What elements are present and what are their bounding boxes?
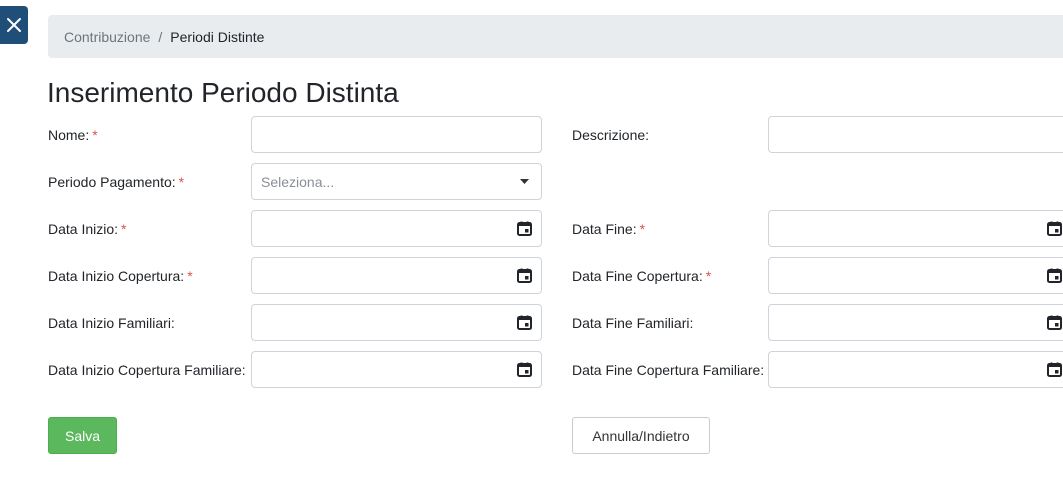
data-inizio-familiari-label-text: Data Inizio Familiari: bbox=[48, 315, 175, 331]
descrizione-label: Descrizione: bbox=[572, 127, 649, 143]
data-inizio-label: Data Inizio: * bbox=[48, 221, 127, 237]
nome-label-text: Nome: bbox=[48, 127, 90, 143]
calendar-icon[interactable] bbox=[1047, 362, 1062, 377]
data-fine-copertura-label: Data Fine Copertura: * bbox=[572, 268, 711, 284]
required-marker: * bbox=[187, 268, 193, 284]
nome-label: Nome: * bbox=[48, 127, 98, 143]
data-inizio-copertura-familiare-label: Data Inizio Copertura Familiare: bbox=[48, 362, 246, 378]
data-fine-input[interactable] bbox=[768, 210, 1063, 247]
periodo-pagamento-select[interactable]: Seleziona... bbox=[251, 163, 542, 200]
data-fine-copertura-familiare-label-text: Data Fine Copertura Familiare: bbox=[572, 362, 765, 378]
calendar-icon[interactable] bbox=[517, 315, 532, 330]
required-marker: * bbox=[639, 221, 646, 237]
breadcrumb: Contribuzione / Periodi Distinte bbox=[48, 15, 1063, 58]
descrizione-label-text: Descrizione: bbox=[572, 127, 650, 143]
caret-down-icon bbox=[520, 179, 529, 184]
descrizione-input[interactable] bbox=[768, 116, 1063, 153]
calendar-icon[interactable] bbox=[517, 362, 532, 377]
data-fine-label: Data Fine: * bbox=[572, 221, 645, 237]
data-inizio-input[interactable] bbox=[251, 210, 542, 247]
data-inizio-label-text: Data Inizio: bbox=[48, 221, 119, 237]
breadcrumb-item-current: Periodi Distinte bbox=[170, 28, 265, 45]
save-button[interactable]: Salva bbox=[48, 417, 117, 454]
breadcrumb-item-contribuzione[interactable]: Contribuzione bbox=[64, 29, 150, 45]
data-inizio-familiari-input[interactable] bbox=[251, 304, 542, 341]
calendar-icon[interactable] bbox=[517, 268, 532, 283]
calendar-icon[interactable] bbox=[517, 221, 532, 236]
page-title: Inserimento Periodo Distinta bbox=[47, 77, 399, 108]
required-marker: * bbox=[178, 174, 185, 190]
data-inizio-copertura-label-text: Data Inizio Copertura: bbox=[48, 268, 185, 284]
data-fine-copertura-familiare-label: Data Fine Copertura Familiare: bbox=[572, 362, 764, 378]
data-fine-label-text: Data Fine: bbox=[572, 221, 637, 237]
close-icon bbox=[7, 18, 21, 32]
cancel-button[interactable]: Annulla/Indietro bbox=[572, 417, 710, 454]
data-inizio-copertura-familiare-input[interactable] bbox=[251, 351, 542, 388]
data-fine-familiari-label: Data Fine Familiari: bbox=[572, 315, 693, 331]
calendar-icon[interactable] bbox=[1047, 315, 1062, 330]
close-button[interactable] bbox=[0, 6, 28, 44]
data-fine-copertura-familiare-input[interactable] bbox=[768, 351, 1063, 388]
calendar-icon[interactable] bbox=[1047, 268, 1062, 283]
nome-input[interactable] bbox=[251, 116, 542, 153]
required-marker: * bbox=[92, 127, 98, 143]
breadcrumb-separator: / bbox=[158, 28, 163, 45]
required-marker: * bbox=[121, 221, 127, 237]
data-fine-familiari-label-text: Data Fine Familiari: bbox=[572, 315, 694, 331]
periodo-pagamento-label: Periodo Pagamento: * bbox=[48, 174, 184, 190]
calendar-icon[interactable] bbox=[1047, 221, 1062, 236]
data-inizio-copertura-familiare-label-text: Data Inizio Copertura Familiare: bbox=[48, 362, 246, 378]
data-fine-copertura-input[interactable] bbox=[768, 257, 1063, 294]
data-inizio-copertura-label: Data Inizio Copertura: * bbox=[48, 268, 193, 284]
periodo-pagamento-placeholder: Seleziona... bbox=[261, 173, 335, 190]
data-inizio-familiari-label: Data Inizio Familiari: bbox=[48, 315, 175, 331]
periodo-pagamento-label-text: Periodo Pagamento: bbox=[48, 174, 176, 190]
data-inizio-copertura-input[interactable] bbox=[251, 257, 542, 294]
required-marker: * bbox=[705, 268, 712, 284]
data-fine-copertura-label-text: Data Fine Copertura: bbox=[572, 268, 703, 284]
data-fine-familiari-input[interactable] bbox=[768, 304, 1063, 341]
